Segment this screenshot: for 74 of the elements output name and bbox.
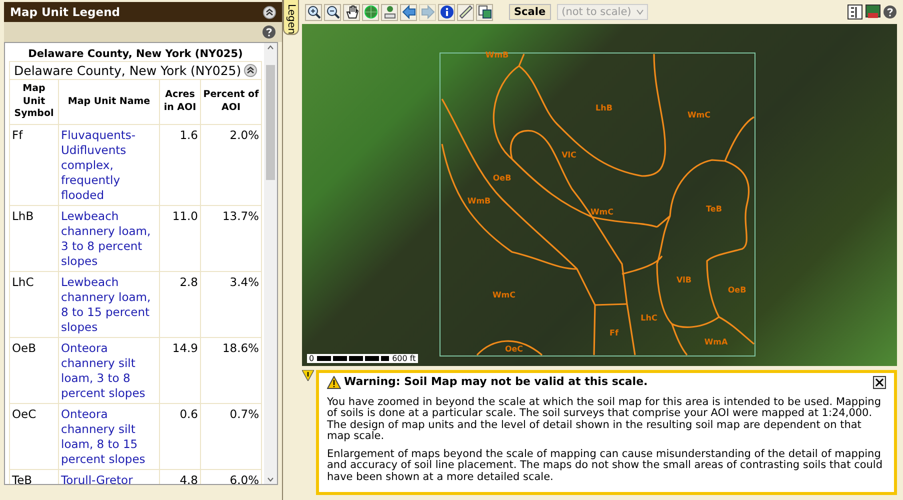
panel-title: Map Unit Legend xyxy=(10,5,120,19)
soil-unit-label: Ff xyxy=(610,328,618,338)
table-cell: 13.7% xyxy=(200,205,262,271)
soil-unit-label: WmC xyxy=(492,290,516,300)
warning-text: Enlargement of maps beyond the scale of mapping can cause misunderstanding of the detail of mapping and accuracy of soil line placement. The maps do not show the small areas of contrasting soils that could have been shown at a more detailed scale. xyxy=(327,448,884,483)
warning-toggle-icon[interactable] xyxy=(302,370,314,380)
scrollbar[interactable] xyxy=(264,43,277,484)
column-header: Percent of AOI xyxy=(200,80,262,124)
column-header: Acres in AOI xyxy=(160,80,200,124)
info-icon xyxy=(440,5,454,20)
table-cell: Ff xyxy=(10,124,58,205)
layers-icon xyxy=(847,4,863,20)
table-cell: 3.4% xyxy=(200,271,262,337)
scrollbar-thumb[interactable] xyxy=(266,65,275,180)
scale-button[interactable]: Scale xyxy=(509,4,551,20)
scale-end: 600 ft xyxy=(392,354,416,362)
soil-unit-label: WmC xyxy=(590,208,614,217)
table-cell: 0.6 xyxy=(160,403,200,469)
caret-icon xyxy=(635,7,646,18)
close-icon xyxy=(875,378,884,386)
section-title: Delaware County, New York (NY025) xyxy=(14,63,242,78)
close-button[interactable] xyxy=(873,376,886,388)
soil-unit-label: WmA xyxy=(704,338,728,347)
hand-icon xyxy=(344,5,358,20)
help-icon[interactable] xyxy=(262,25,276,39)
forward-arrow-icon xyxy=(420,5,434,20)
tool-button[interactable] xyxy=(400,4,417,21)
table-cell: 2.8 xyxy=(160,271,200,337)
export-icon xyxy=(478,5,492,20)
table-cell: LhB xyxy=(10,205,58,271)
collapse-icon[interactable] xyxy=(263,6,276,18)
tool-button[interactable] xyxy=(457,4,474,21)
table-cell: 0.7% xyxy=(200,403,262,469)
zoom-out-icon xyxy=(326,5,340,20)
table-cell: TeB xyxy=(10,469,58,484)
soil-unit-label: WmB xyxy=(467,196,491,206)
zoom-in-icon xyxy=(306,5,320,20)
table-cell: 2.0% xyxy=(200,124,262,205)
soil-unit-label: OeC xyxy=(504,344,524,354)
globe-icon xyxy=(364,5,378,20)
tool-button[interactable] xyxy=(343,4,360,21)
soil-unit-label: WmC xyxy=(687,110,711,120)
table-cell: LhC xyxy=(10,271,58,337)
soil-unit-label: OeB xyxy=(492,174,512,183)
table-cell: OeB xyxy=(10,337,58,403)
survey-heading: Delaware County, New York (NY025) xyxy=(27,47,244,61)
soil-unit-label: WmB xyxy=(485,50,509,60)
table-cell: 18.6% xyxy=(200,337,262,403)
tool-button[interactable] xyxy=(476,4,493,21)
soil-unit-label: VlC xyxy=(562,150,576,160)
soil-unit-label: VlB xyxy=(676,276,692,285)
legend-tab[interactable]: Legen xyxy=(283,0,299,35)
soil-unit-label: LhC xyxy=(640,314,658,323)
soil-unit-label: OeB xyxy=(728,286,746,295)
tool-button[interactable] xyxy=(305,4,322,21)
column-header: Map Unit Name xyxy=(58,80,160,124)
soil-unit-label: LhB xyxy=(596,104,612,113)
warning-title: Warning: Soil Map may not be valid at this scale. xyxy=(344,376,648,388)
table-cell: 1.6 xyxy=(160,124,200,205)
warning-text: You have zoomed in beyond the scale at which the soil map for this area is intended to be used. Mapping of soils is done at a particular scale. The soil surveys that comprise your AOI were mapped at 1:24,000. The design of map units and the level of detail shown in the resulting soil map are dependent on that map scale. xyxy=(327,396,882,442)
ruler-icon xyxy=(458,5,472,20)
map-window-icon xyxy=(865,4,881,20)
column-header: Map Unit Symbol xyxy=(10,80,58,124)
warning-icon xyxy=(327,376,341,388)
help-icon[interactable] xyxy=(883,5,897,20)
scale-start: 0 xyxy=(309,354,314,362)
tool-button[interactable] xyxy=(324,4,341,21)
collapse-icon[interactable] xyxy=(244,64,257,77)
table-cell: 11.0 xyxy=(160,205,200,271)
table-cell: OeC xyxy=(10,403,58,469)
table-cell: 14.9 xyxy=(160,337,200,403)
soil-unit-label: TeB xyxy=(706,204,722,214)
tool-button[interactable] xyxy=(438,4,455,21)
back-arrow-icon xyxy=(402,5,416,20)
